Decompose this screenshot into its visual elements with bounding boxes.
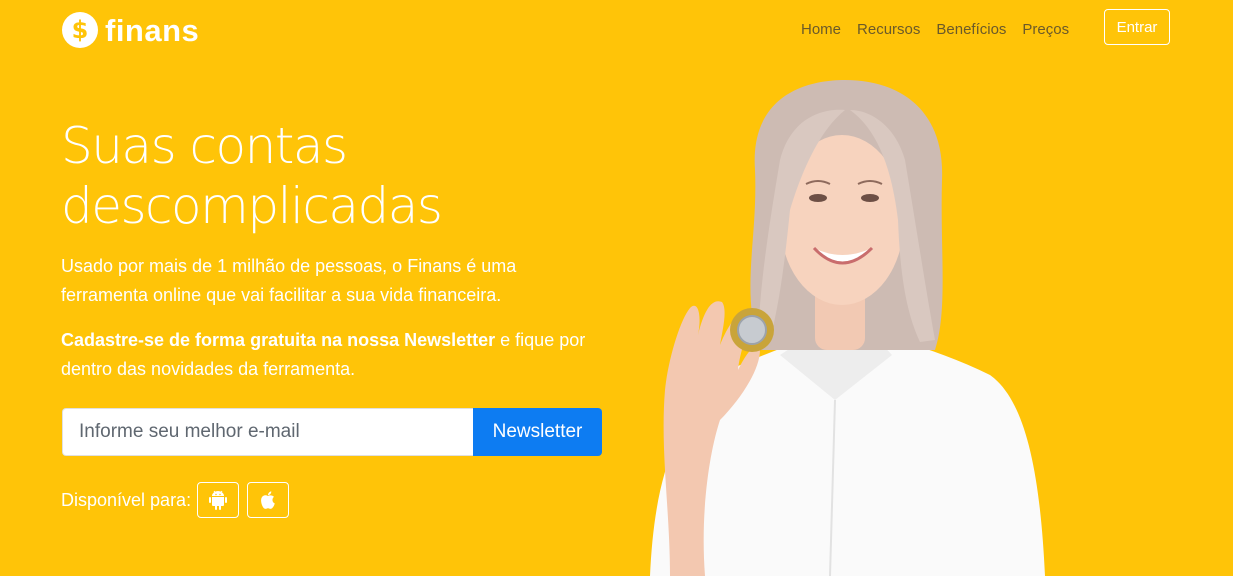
nav-links: Home Recursos Benefícios Preços bbox=[801, 20, 1085, 40]
newsletter-button[interactable]: Newsletter bbox=[473, 408, 602, 456]
login-button[interactable]: Entrar bbox=[1104, 9, 1170, 45]
android-button[interactable] bbox=[197, 482, 240, 518]
hero-woman-image bbox=[650, 80, 1045, 576]
newsletter-description: Cadastre-se de forma gratuita na nossa N… bbox=[61, 326, 601, 384]
nav-link-recursos[interactable]: Recursos bbox=[857, 20, 920, 40]
hero-title: Suas contas descomplicadas bbox=[61, 116, 621, 236]
nav-link-home[interactable]: Home bbox=[801, 20, 841, 40]
hero-title-line1: Suas contas bbox=[61, 117, 348, 175]
nav-link-precos[interactable]: Preços bbox=[1022, 20, 1069, 40]
brand-logo[interactable]: $ finans bbox=[62, 12, 199, 48]
email-input[interactable] bbox=[62, 408, 473, 456]
newsletter-description-bold: Cadastre-se de forma gratuita na nossa N… bbox=[61, 330, 496, 350]
navbar: $ finans Home Recursos Benefícios Preços… bbox=[0, 0, 1233, 60]
available-label: Disponível para: bbox=[61, 489, 192, 510]
brand-name: finans bbox=[105, 12, 200, 48]
available-platforms: Disponível para: bbox=[61, 482, 297, 518]
apple-icon bbox=[261, 490, 275, 509]
dollar-coin-icon: $ bbox=[62, 12, 98, 48]
newsletter-form: Newsletter bbox=[62, 408, 602, 456]
apple-button[interactable] bbox=[247, 482, 290, 518]
dollar-glyph: $ bbox=[71, 16, 89, 44]
hero-subtitle: Usado por mais de 1 milhão de pessoas, o… bbox=[61, 256, 517, 305]
hero-title-line2: descomplicadas bbox=[61, 177, 443, 235]
android-icon bbox=[209, 490, 228, 510]
nav-link-beneficios[interactable]: Benefícios bbox=[936, 20, 1006, 40]
